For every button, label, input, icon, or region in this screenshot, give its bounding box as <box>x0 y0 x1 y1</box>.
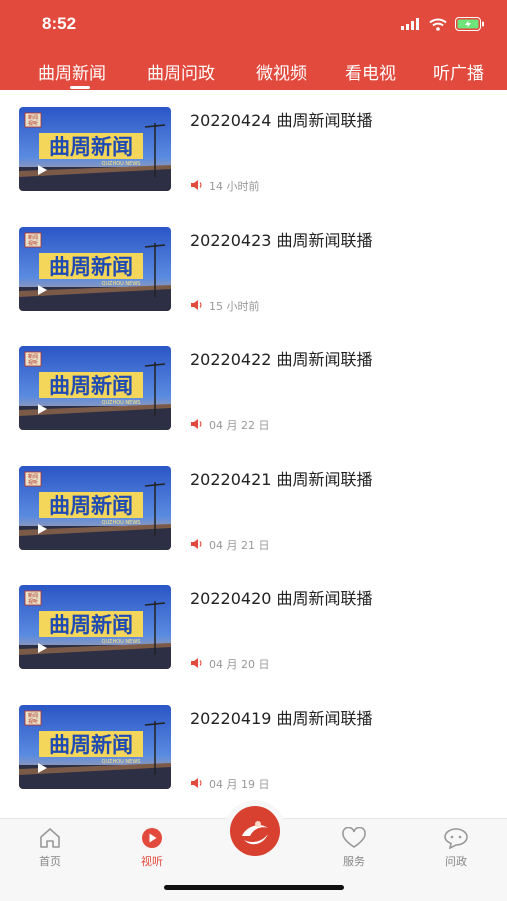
thumbnail-badge: 新闻 <box>28 353 38 360</box>
video-thumbnail[interactable]: 新闻 视听曲周新闻 QUZHOU NEWS <box>19 585 171 669</box>
list-item[interactable]: 新闻 视听曲周新闻 QUZHOU NEWS 20220423 曲周新闻联播 15 小… <box>0 210 507 328</box>
tab-quzhou-wenzheng[interactable]: 曲周问政 <box>147 59 215 84</box>
svg-text:视听: 视听 <box>28 718 38 725</box>
list-item[interactable]: 新闻 视听曲周新闻 QUZHOU NEWS 20220421 曲周新闻联播 04 月… <box>0 449 507 567</box>
speaker-icon <box>190 657 204 672</box>
item-title[interactable]: 20220422 曲周新闻联播 <box>190 346 373 370</box>
item-meta: 04 月 22 日 <box>190 417 269 433</box>
svg-text:视听: 视听 <box>28 598 38 605</box>
thumbnail-title: 曲周新闻 <box>49 374 133 398</box>
tabbar-service-label: 服务 <box>343 855 365 868</box>
tabbar-watch-label: 视听 <box>141 855 163 868</box>
item-title[interactable]: 20220423 曲周新闻联播 <box>190 227 373 251</box>
list-item[interactable]: 新闻 视听曲周新闻 QUZHOU NEWS 20220419 曲周新闻联播 04 月… <box>0 688 507 806</box>
thumbnail-subtitle: QUZHOU NEWS <box>102 520 141 526</box>
item-meta: 15 小时前 <box>190 298 260 314</box>
thumbnail-image: 新闻视听曲周新闻 QUZHOU NEWS <box>19 466 171 550</box>
thumbnail-title: 曲周新闻 <box>49 255 133 279</box>
video-thumbnail[interactable]: 新闻 视听曲周新闻 QUZHOU NEWS <box>19 705 171 789</box>
thumbnail-image: 新闻视听曲周新闻 QUZHOU NEWS <box>19 705 171 789</box>
item-time: 14 小时前 <box>209 180 260 193</box>
active-tab-indicator <box>70 86 90 89</box>
tabbar-politics[interactable]: 问政 <box>426 827 486 869</box>
tabbar-politics-label: 问政 <box>445 855 467 868</box>
tab-quzhou-news[interactable]: 曲周新闻 <box>38 59 106 84</box>
item-meta: 04 月 21 日 <box>190 537 269 553</box>
tab-watch-tv[interactable]: 看电视 <box>345 59 396 84</box>
speaker-icon <box>190 538 204 553</box>
chat-bubble-icon <box>444 828 468 849</box>
item-title[interactable]: 20220424 曲周新闻联播 <box>190 107 373 131</box>
thumbnail-title: 曲周新闻 <box>49 613 133 637</box>
tab-listen-radio[interactable]: 听广播 <box>433 59 484 84</box>
heart-icon <box>342 827 366 848</box>
item-title[interactable]: 20220421 曲周新闻联播 <box>190 466 373 490</box>
video-thumbnail[interactable]: 新闻 视听曲周新闻 QUZHOU NEWS <box>19 107 171 191</box>
thumbnail-image: 新闻视听曲周新闻 QUZHOU NEWS <box>19 227 171 311</box>
video-thumbnail[interactable]: 新闻 视听曲周新闻 QUZHOU NEWS <box>19 227 171 311</box>
thumbnail-title: 曲周新闻 <box>49 135 133 159</box>
item-time: 04 月 20 日 <box>209 658 270 671</box>
tab-micro-video[interactable]: 微视频 <box>256 59 307 84</box>
svg-text:视听: 视听 <box>28 240 38 247</box>
thumbnail-image: 新闻视听曲周新闻 QUZHOU NEWS <box>19 346 171 430</box>
signal-icon <box>401 18 419 30</box>
item-meta: 14 小时前 <box>190 178 260 194</box>
thumbnail-subtitle: QUZHOU NEWS <box>102 161 141 167</box>
speaker-icon <box>190 418 204 433</box>
thumbnail-subtitle: QUZHOU NEWS <box>102 400 141 406</box>
list-item[interactable]: 新闻 视听曲周新闻 QUZHOU NEWS 20220422 曲周新闻联播 04 月… <box>0 329 507 447</box>
thumbnail-badge: 新闻 <box>28 592 38 599</box>
item-time: 04 月 22 日 <box>209 419 270 432</box>
center-action-button[interactable] <box>224 800 286 862</box>
video-thumbnail[interactable]: 新闻 视听曲周新闻 QUZHOU NEWS <box>19 346 171 430</box>
item-meta: 04 月 19 日 <box>190 776 269 792</box>
status-icons <box>401 17 485 31</box>
tabbar-service[interactable]: 服务 <box>324 827 384 869</box>
list-item[interactable]: 新闻 视听曲周新闻 QUZHOU NEWS 20220424 曲周新闻联播 14 小… <box>0 90 507 208</box>
thumbnail-title: 曲周新闻 <box>49 733 133 757</box>
speaker-icon <box>190 299 204 314</box>
item-time: 04 月 19 日 <box>209 778 270 791</box>
wifi-icon <box>429 18 447 31</box>
app-logo-icon <box>230 806 280 856</box>
category-tabs: 曲周新闻 曲周问政 微视频 看电视 听广播 <box>0 50 507 90</box>
thumbnail-badge: 新闻 <box>28 473 38 480</box>
speaker-icon <box>190 777 204 792</box>
battery-icon <box>455 17 484 31</box>
item-title[interactable]: 20220420 曲周新闻联播 <box>190 585 373 609</box>
svg-text:视听: 视听 <box>28 359 38 366</box>
thumbnail-title: 曲周新闻 <box>49 494 133 518</box>
play-circle-icon <box>142 828 162 848</box>
item-meta: 04 月 20 日 <box>190 656 269 672</box>
thumbnail-subtitle: QUZHOU NEWS <box>102 759 141 765</box>
tabbar-watch[interactable]: 视听 <box>122 827 182 869</box>
video-thumbnail[interactable]: 新闻 视听曲周新闻 QUZHOU NEWS <box>19 466 171 550</box>
thumbnail-badge: 新闻 <box>28 234 38 241</box>
app-header: 8:52 曲周新闻 曲周问政 微视频 看电视 听广播 <box>0 0 507 90</box>
tabbar-home[interactable]: 首页 <box>20 827 80 869</box>
speaker-icon <box>190 179 204 194</box>
home-icon <box>40 828 60 848</box>
item-title[interactable]: 20220419 曲周新闻联播 <box>190 705 373 729</box>
svg-text:视听: 视听 <box>28 479 38 486</box>
list-item[interactable]: 新闻 视听曲周新闻 QUZHOU NEWS 20220420 曲周新闻联播 04 月… <box>0 568 507 686</box>
thumbnail-subtitle: QUZHOU NEWS <box>102 281 141 287</box>
tabbar-home-label: 首页 <box>39 855 61 868</box>
thumbnail-badge: 新闻 <box>28 114 38 121</box>
thumbnail-image: 新闻视听曲周新闻 QUZHOU NEWS <box>19 585 171 669</box>
status-time: 8:52 <box>42 14 77 33</box>
item-time: 15 小时前 <box>209 300 260 313</box>
thumbnail-badge: 新闻 <box>28 712 38 719</box>
thumbnail-image: 新闻视听曲周新闻 QUZHOU NEWS <box>19 107 171 191</box>
svg-text:视听: 视听 <box>28 120 38 127</box>
item-time: 04 月 21 日 <box>209 539 270 552</box>
thumbnail-subtitle: QUZHOU NEWS <box>102 639 141 645</box>
status-bar: 8:52 <box>0 0 507 50</box>
home-indicator <box>164 885 344 890</box>
